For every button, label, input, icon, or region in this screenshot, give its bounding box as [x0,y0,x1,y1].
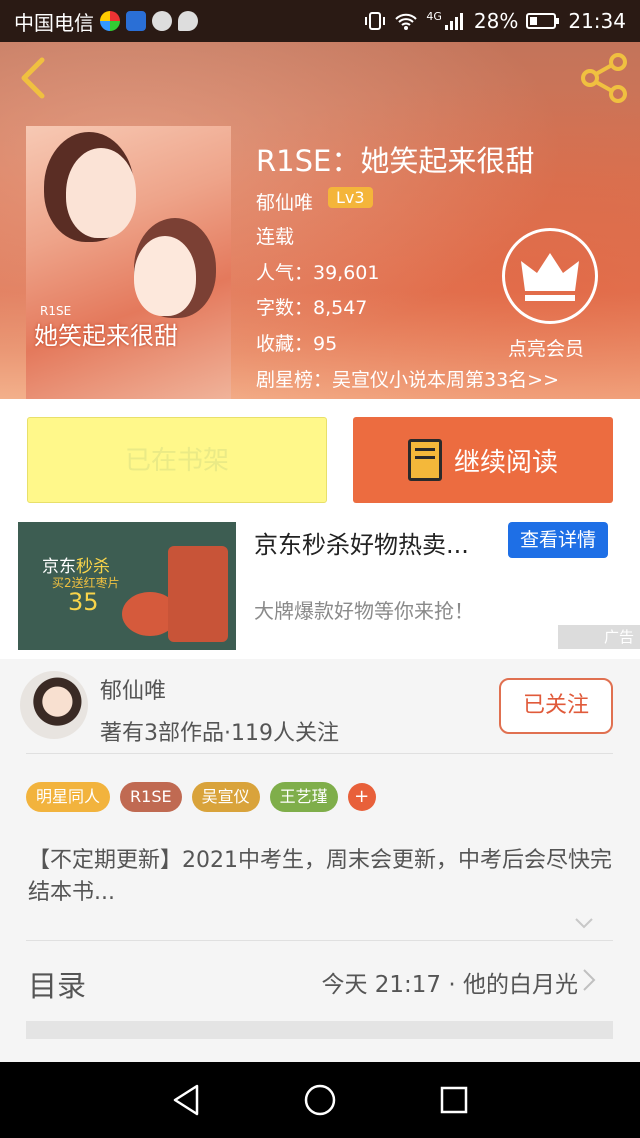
book-popularity: 人气：39,601 [256,262,380,284]
level-badge: Lv3 [328,187,373,208]
network-label: 4G [426,9,442,23]
crown-icon [521,253,579,301]
cover-title: 她笑起来很甜 [34,322,178,350]
tag-chip[interactable]: 王艺瑾 [269,782,338,812]
toc-label[interactable]: 目录 [28,963,86,1005]
back-icon[interactable] [14,56,54,100]
chapter-list-placeholder [26,1021,613,1039]
tag-chip[interactable]: 明星同人 [26,782,111,812]
vip-label[interactable]: 点亮会员 [508,334,584,361]
action-bar: 已在书架 继续阅读 [0,399,640,519]
ad-image-price: 35 [68,588,99,616]
book-favorites: 收藏：95 [256,333,338,355]
book-word-count: 字数：8,547 [256,297,368,319]
chevron-down-icon[interactable] [574,913,594,933]
ad-detail-button[interactable]: 查看详情 [508,522,608,558]
continue-reading-button[interactable]: 继续阅读 [353,417,613,503]
app-icon [100,11,120,31]
divider [26,753,613,754]
vip-button[interactable] [502,228,598,324]
wifi-icon [395,13,418,30]
cover-figure [66,148,136,238]
book-header: R1SE 她笑起来很甜 R1SE：她笑起来很甜 郁仙唯 Lv3 连载 人气：39… [0,42,640,399]
ad-subtitle: 大牌爆款好物等你来抢！ [254,599,474,623]
message-icon [178,11,198,31]
tag-list: 明星同人 R1SE 吴宣仪 王艺瑾 + [26,782,376,812]
book-status: 连载 [256,226,295,248]
signal-icon [444,13,463,30]
recents-nav-icon[interactable] [439,1085,469,1115]
ranking-link[interactable]: 剧星榜：吴宣仪小说本周第33名>> [256,365,559,392]
avatar[interactable] [20,671,88,739]
share-icon[interactable] [578,52,630,104]
latest-chapter[interactable]: 今天 21:17 · 他的白月光 [321,965,578,999]
carrier-label: 中国电信 [14,10,94,35]
cover-figure [134,236,196,316]
book-author[interactable]: 郁仙唯 [256,188,313,215]
ad-title[interactable]: 京东秒杀好物热卖... [254,525,469,560]
book-description[interactable]: 【不定期更新】2021中考生，周末会更新，中考后会尽快完结本书... [28,845,618,909]
author-name[interactable]: 郁仙唯 [100,673,166,705]
divider [26,940,613,941]
book-cover[interactable]: R1SE 她笑起来很甜 [26,126,231,399]
tag-chip[interactable]: R1SE [120,782,182,812]
in-shelf-button[interactable]: 已在书架 [27,417,327,503]
book-info-section: 郁仙唯 著有3部作品·119人关注 已关注 明星同人 R1SE 吴宣仪 王艺瑾 … [0,659,640,1059]
ad-tag: 广告 [558,625,640,649]
sync-icon [152,11,172,31]
vibrate-icon [365,12,386,30]
add-tag-button[interactable]: + [347,783,376,811]
ad-image[interactable]: 京东秒杀 买2送红枣片 35 [18,522,236,650]
follow-button[interactable]: 已关注 [499,678,613,734]
book-title: R1SE：她笑起来很甜 [256,144,535,178]
battery-icon [526,13,560,29]
tag-chip[interactable]: 吴宣仪 [191,782,260,812]
book-icon [407,439,442,481]
back-nav-icon[interactable] [171,1083,201,1117]
clock: 21:34 [568,9,626,33]
chevron-right-icon[interactable] [580,967,598,993]
system-nav-bar [0,1062,640,1138]
continue-reading-label: 继续阅读 [453,447,558,478]
goji-jar-image [168,546,228,642]
status-bar: 中国电信 4G 28% 21:34 [0,0,640,42]
battery-percent: 28% [473,9,519,33]
shield-icon [126,11,146,31]
author-stats: 著有3部作品·119人关注 [100,721,339,746]
home-nav-icon[interactable] [303,1083,337,1117]
ad-banner[interactable]: 京东秒杀 买2送红枣片 35 京东秒杀好物热卖... 查看详情 大牌爆款好物等你… [0,519,640,659]
